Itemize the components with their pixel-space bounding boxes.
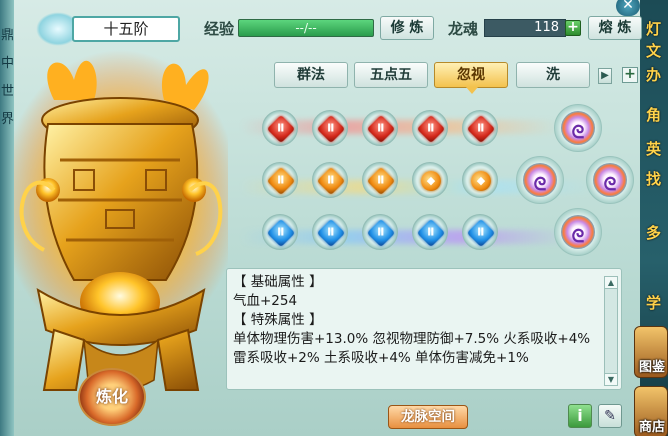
dragon-star-gem-icon: ᘓ (561, 215, 595, 249)
shop-button[interactable]: 商店 (634, 386, 668, 436)
special-attr-line: 单体物理伤害+13.0% 忽视物理防御+7.5% 火系吸收+4% (233, 331, 591, 347)
right-strip-char: 学 (646, 294, 662, 312)
gem-slot[interactable]: Ⅱ (462, 110, 498, 146)
scroll-up-icon[interactable]: ▲ (605, 277, 617, 289)
soul-label: 龙魂 (448, 20, 479, 38)
red-gem-icon: Ⅱ (316, 114, 346, 144)
right-strip-char: 办 (646, 66, 662, 84)
right-strip-char: 文 (646, 42, 662, 60)
orange-orb-gem-icon: ◆ (471, 171, 491, 191)
gem-slot[interactable]: Ⅱ (362, 162, 398, 198)
smelt-button[interactable]: 熔 炼 (588, 16, 642, 40)
refine-button[interactable]: 炼化 (78, 368, 146, 426)
edit-notes-icon[interactable]: ✎ (598, 404, 622, 428)
dragon-star-gem-icon: ᘓ (593, 163, 627, 197)
left-strip-char: 世 (1, 84, 15, 99)
red-gem-icon: Ⅱ (366, 114, 396, 144)
blue-gem-icon: Ⅱ (266, 218, 296, 248)
left-strip-char: 鼎 (1, 28, 15, 43)
dragon-space-button[interactable]: 龙脉空间 (388, 405, 468, 429)
handbook-button[interactable]: 图鉴 (634, 326, 668, 378)
core-slot[interactable]: ᘓ (586, 156, 634, 204)
blue-gem-icon: Ⅱ (466, 218, 496, 248)
right-strip-char: 多 (646, 224, 662, 242)
attribute-scrollbar[interactable]: ▲ ▼ (604, 276, 618, 386)
special-attr-header: 【 特殊属性 】 (233, 312, 323, 328)
add-tab-icon[interactable]: + (622, 67, 638, 83)
gem-slot[interactable]: Ⅱ (412, 110, 448, 146)
left-side-strip: 鼎 中 世 界 (0, 0, 14, 436)
core-slot[interactable]: ᘓ (554, 208, 602, 256)
right-strip-char: 找 (646, 170, 662, 188)
train-button[interactable]: 修 炼 (380, 16, 434, 40)
left-strip-char: 中 (1, 56, 15, 71)
blue-gem-icon: Ⅱ (316, 218, 346, 248)
handbook-label: 图鉴 (638, 360, 665, 375)
tab-next-arrow-icon[interactable]: ▶ (598, 68, 612, 84)
close-icon[interactable]: ✕ (616, 0, 640, 16)
base-attr-header: 【 基础属性 】 (233, 274, 323, 290)
core-slot[interactable]: ᘓ (516, 156, 564, 204)
gem-slot[interactable]: Ⅱ (462, 214, 498, 250)
red-gem-icon: Ⅱ (416, 114, 446, 144)
gem-slot[interactable]: Ⅱ (262, 110, 298, 146)
dragon-star-gem-icon: ᘓ (523, 163, 557, 197)
gem-slot[interactable]: Ⅱ (312, 110, 348, 146)
right-strip-char: 英 (646, 140, 662, 158)
info-icon[interactable]: i (568, 404, 592, 428)
blue-gem-icon: Ⅱ (366, 218, 396, 248)
scroll-down-icon[interactable]: ▼ (605, 373, 617, 385)
blue-gem-icon: Ⅱ (416, 218, 446, 248)
gem-slot[interactable]: ◆ (412, 162, 448, 198)
base-attr-line: 气血+254 (233, 293, 298, 309)
gem-slot[interactable]: ◆ (462, 162, 498, 198)
dragon-vein-panel: 鼎 中 世 界 灯 文 办 角 英 找 多 学 图鉴 商店 ✕ 十五阶 经验 -… (0, 0, 668, 436)
gem-slot[interactable]: Ⅱ (412, 214, 448, 250)
orange-gem-icon: Ⅱ (316, 166, 346, 196)
gem-slot[interactable]: Ⅱ (262, 214, 298, 250)
tab-wash[interactable]: 洗 (516, 62, 590, 88)
shop-label: 商店 (638, 420, 665, 435)
add-soul-icon[interactable]: + (565, 20, 581, 36)
gem-slot[interactable]: Ⅱ (362, 110, 398, 146)
tab-five-point-five[interactable]: 五点五 (354, 62, 428, 88)
orange-gem-icon: Ⅱ (266, 166, 296, 196)
gem-slot[interactable]: Ⅱ (312, 162, 348, 198)
orange-gem-icon: Ⅱ (366, 166, 396, 196)
level-display: 十五阶 (72, 16, 180, 42)
dragon-star-gem-icon: ᘓ (561, 111, 595, 145)
gem-slot[interactable]: Ⅱ (312, 214, 348, 250)
gem-slot[interactable]: Ⅱ (362, 214, 398, 250)
left-strip-char: 界 (1, 112, 15, 127)
attribute-panel: 【 基础属性 】 气血+254 【 特殊属性 】 单体物理伤害+13.0% 忽视… (226, 268, 622, 390)
exp-label: 经验 (204, 20, 235, 38)
tab-ignore[interactable]: 忽视 (434, 62, 508, 94)
orange-orb-gem-icon: ◆ (421, 171, 441, 191)
core-slot[interactable]: ᘓ (554, 104, 602, 152)
red-gem-icon: Ⅱ (466, 114, 496, 144)
right-strip-char: 灯 (646, 20, 662, 38)
special-attr-line: 雷系吸收+2% 土系吸收+4% 单体伤害减免+1% (233, 350, 529, 366)
exp-bar: --/-- (238, 19, 374, 37)
red-gem-icon: Ⅱ (266, 114, 296, 144)
tab-group-magic[interactable]: 群法 (274, 62, 348, 88)
soul-value: 118 (484, 19, 566, 37)
right-strip-char: 角 (646, 106, 662, 124)
gem-slot[interactable]: Ⅱ (262, 162, 298, 198)
